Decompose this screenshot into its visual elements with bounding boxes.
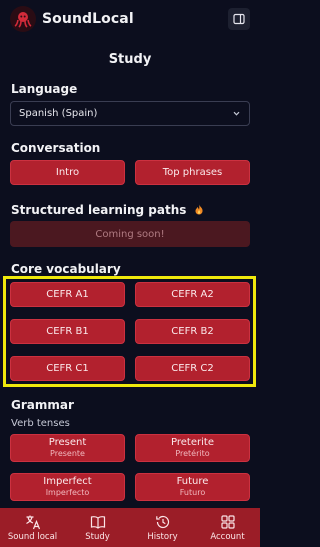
tense-native-label: Presente xyxy=(50,449,85,458)
nav-item-study[interactable]: Study xyxy=(65,508,130,547)
translate-icon xyxy=(25,515,40,529)
sidebar-toggle-button[interactable] xyxy=(228,8,250,30)
nav-label: Account xyxy=(210,531,245,542)
conversation-heading: Conversation xyxy=(11,141,101,155)
tense-label: Present xyxy=(48,437,87,448)
nav-item-history[interactable]: History xyxy=(130,508,195,547)
intro-button[interactable]: Intro xyxy=(10,160,125,185)
app-title: SoundLocal xyxy=(42,11,134,27)
top-phrases-button[interactable]: Top phrases xyxy=(135,160,250,185)
imperfect-tense-button[interactable]: Imperfect Imperfecto xyxy=(10,473,125,501)
language-select[interactable]: Spanish (Spain) xyxy=(10,101,250,126)
tense-native-label: Pretérito xyxy=(175,449,210,458)
tense-label: Preterite xyxy=(171,437,214,448)
nav-label: Sound local xyxy=(7,531,58,542)
cefr-b1-button[interactable]: CEFR B1 xyxy=(10,319,125,344)
nav-item-account[interactable]: Account xyxy=(195,508,260,547)
future-tense-button[interactable]: Future Futuro xyxy=(135,473,250,501)
cefr-a1-button[interactable]: CEFR A1 xyxy=(10,282,125,307)
verb-tenses-label: Verb tenses xyxy=(11,418,70,429)
tense-label: Imperfect xyxy=(43,476,92,487)
fire-icon xyxy=(195,204,203,215)
language-select-value: Spanish (Spain) xyxy=(19,108,98,119)
octopus-logo-icon[interactable] xyxy=(10,6,36,32)
nav-item-sound-local[interactable]: Sound local xyxy=(0,508,65,547)
core-vocabulary-heading: Core vocabulary xyxy=(11,262,121,276)
cefr-a2-button[interactable]: CEFR A2 xyxy=(135,282,250,307)
coming-soon-button: Coming soon! xyxy=(10,221,250,247)
preterite-tense-button[interactable]: Preterite Pretérito xyxy=(135,434,250,462)
app-header: SoundLocal xyxy=(0,0,260,38)
present-tense-button[interactable]: Present Presente xyxy=(10,434,125,462)
language-heading: Language xyxy=(11,82,78,96)
tense-native-label: Futuro xyxy=(179,488,206,497)
page-title: Study xyxy=(108,52,152,67)
grid-icon xyxy=(220,514,235,529)
history-icon xyxy=(155,515,169,528)
cefr-c1-button[interactable]: CEFR C1 xyxy=(10,356,125,381)
tense-native-label: Imperfecto xyxy=(45,488,90,497)
cefr-c2-button[interactable]: CEFR C2 xyxy=(135,356,250,381)
bottom-nav: Sound local Study History Account xyxy=(0,508,260,547)
book-icon xyxy=(90,515,105,529)
chevron-down-icon xyxy=(233,111,240,116)
grammar-heading: Grammar xyxy=(11,398,74,412)
nav-label: History xyxy=(147,531,178,542)
learning-paths-heading: Structured learning paths xyxy=(11,203,204,217)
cefr-b2-button[interactable]: CEFR B2 xyxy=(135,319,250,344)
panel-icon xyxy=(233,13,245,25)
nav-label: Study xyxy=(85,531,110,542)
tense-label: Future xyxy=(176,476,209,487)
